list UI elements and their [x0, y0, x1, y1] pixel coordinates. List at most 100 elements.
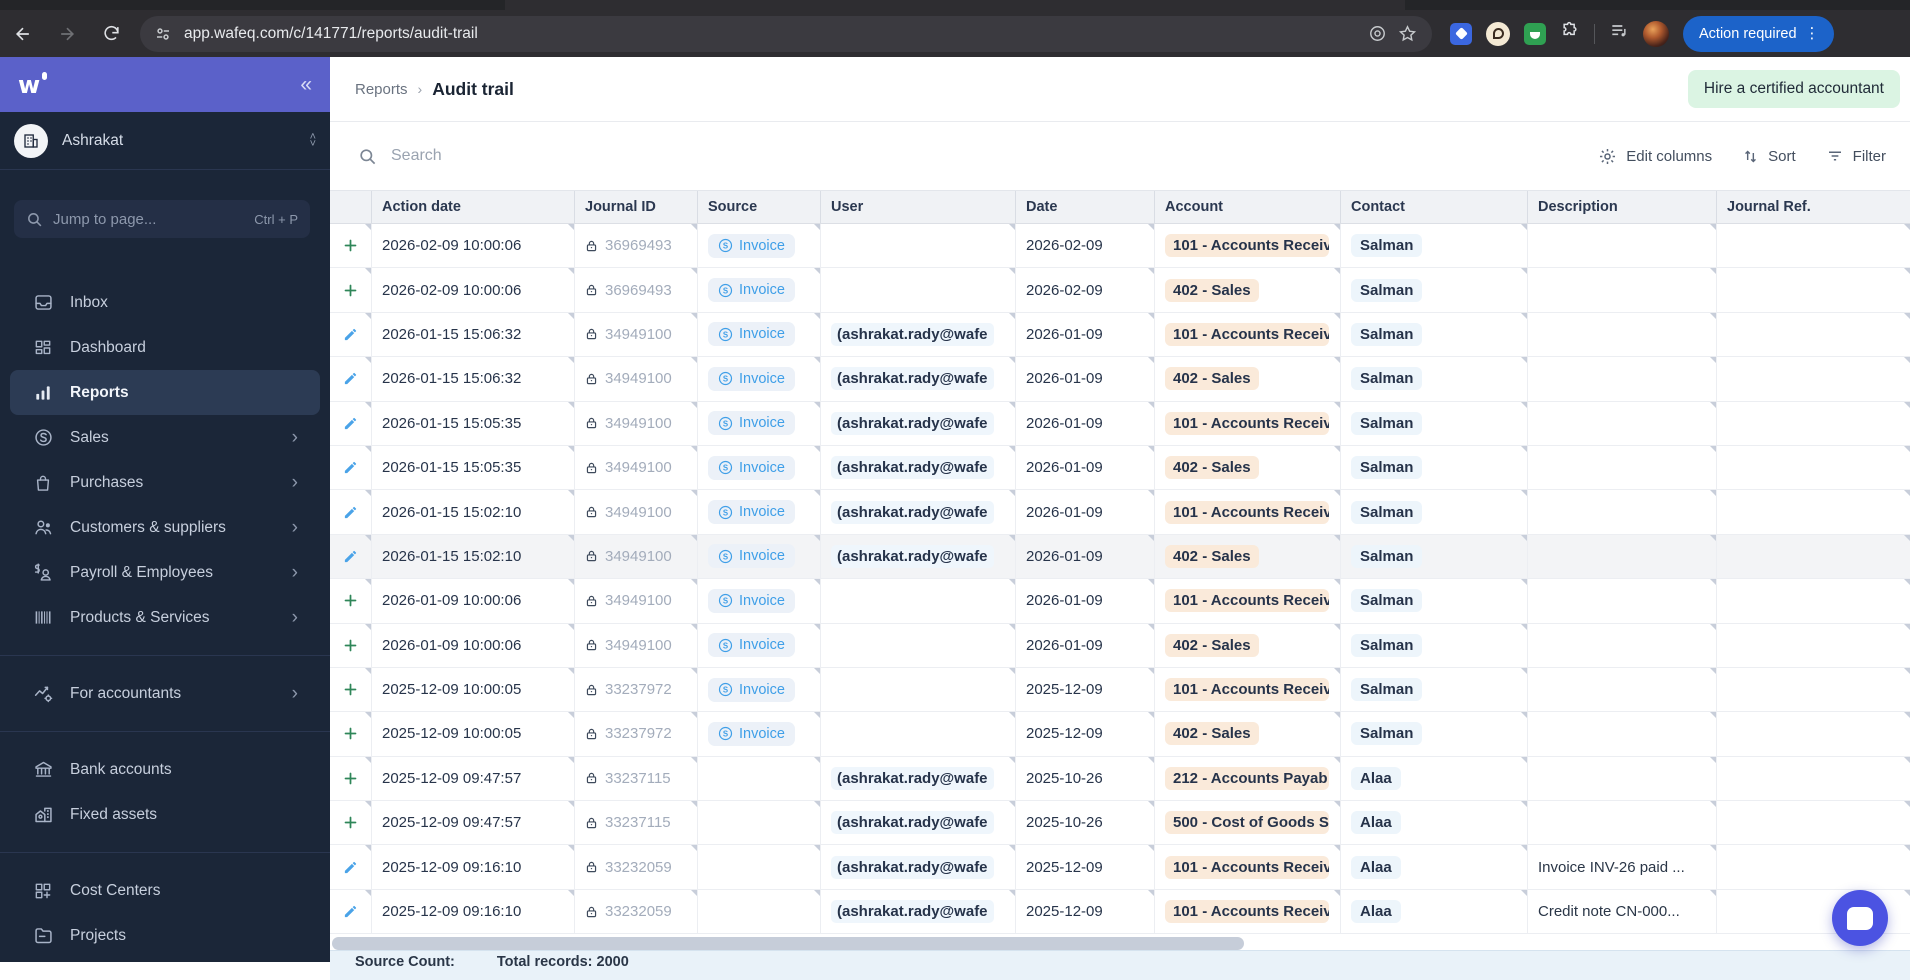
filter-button[interactable]: Filter [1826, 147, 1886, 165]
account-badge[interactable]: 402 - Sales [1165, 278, 1259, 302]
source-badge[interactable]: S Invoice [708, 278, 795, 303]
table-row[interactable]: 2025-12-09 09:47:57 33237115 (ashrakat.r… [330, 756, 1910, 802]
address-bar[interactable]: app.wafeq.com/c/141771/reports/audit-tra… [140, 15, 1432, 52]
contact-badge[interactable]: Salman [1351, 234, 1423, 258]
table-row[interactable]: 2025-12-09 09:16:10 33232059 (ashrakat.r… [330, 845, 1910, 890]
browser-preview-button[interactable] [1362, 19, 1392, 49]
sidebar-item-inbox[interactable]: Inbox [10, 280, 320, 325]
chat-launcher-button[interactable] [1832, 890, 1888, 946]
browser-back-button[interactable] [6, 17, 40, 51]
source-badge[interactable]: S Invoice [708, 455, 795, 480]
contact-badge[interactable]: Alaa [1351, 766, 1401, 790]
table-row[interactable]: 2026-01-15 15:02:10 34949100 S Invoice (a… [330, 490, 1910, 535]
contact-badge[interactable]: Salman [1351, 722, 1423, 746]
contact-badge[interactable]: Alaa [1351, 811, 1401, 835]
contact-badge[interactable]: Salman [1351, 322, 1423, 346]
extension-circle-icon[interactable] [1486, 21, 1510, 46]
contact-badge[interactable]: Salman [1351, 589, 1423, 613]
table-row[interactable]: 2026-02-09 10:00:06 36969493 S Invoice 20… [330, 268, 1910, 313]
extension-green-icon[interactable] [1524, 22, 1546, 45]
table-row[interactable]: 2025-12-09 10:00:05 33237972 S Invoice 20… [330, 712, 1910, 757]
contact-badge[interactable]: Alaa [1351, 855, 1401, 879]
sort-button[interactable]: Sort [1742, 148, 1796, 165]
jump-to-page-input[interactable]: Jump to page... Ctrl + P [14, 200, 310, 238]
action-required-button[interactable]: Action required ⋮ [1683, 15, 1834, 52]
column-header-action-icon[interactable] [330, 191, 372, 223]
reading-list-icon[interactable] [1609, 21, 1629, 46]
extensions-puzzle-icon[interactable] [1560, 21, 1580, 46]
column-header-source[interactable]: Source [698, 191, 821, 223]
contact-badge[interactable]: Salman [1351, 456, 1423, 480]
column-header-action-date[interactable]: Action date [372, 191, 575, 223]
source-badge[interactable]: S Invoice [708, 233, 795, 258]
account-badge[interactable]: 212 - Accounts Payab [1165, 766, 1329, 790]
source-badge[interactable]: S Invoice [708, 721, 795, 746]
table-row[interactable]: 2025-12-09 10:00:05 33237972 S Invoice 20… [330, 667, 1910, 713]
table-row[interactable]: 2026-01-15 15:02:10 34949100 S Invoice (a… [330, 534, 1910, 580]
column-header-description[interactable]: Description [1528, 191, 1717, 223]
org-switcher[interactable]: Ashrakat ˄ ˅ [0, 112, 330, 170]
table-row[interactable]: 2026-02-09 10:00:06 36969493 S Invoice 20… [330, 224, 1910, 269]
column-header-date[interactable]: Date [1016, 191, 1155, 223]
org-stepper-icon[interactable]: ˄ ˅ [310, 131, 316, 149]
contact-badge[interactable]: Alaa [1351, 900, 1401, 924]
sidebar-item-reports[interactable]: Reports [10, 370, 320, 415]
account-badge[interactable]: 101 - Accounts Receiv [1165, 500, 1329, 524]
sidebar-item-for-accountants[interactable]: For accountants › [10, 671, 320, 716]
table-row[interactable]: 2026-01-09 10:00:06 34949100 S Invoice 20… [330, 579, 1910, 624]
hire-accountant-button[interactable]: Hire a certified accountant [1687, 70, 1900, 108]
contact-badge[interactable]: Salman [1351, 500, 1423, 524]
sidebar-item-fixed-assets[interactable]: Fixed assets [10, 792, 320, 837]
column-header-user[interactable]: User [821, 191, 1016, 223]
table-row[interactable]: 2025-12-09 09:47:57 33237115 (ashrakat.r… [330, 801, 1910, 846]
sidebar-item-purchases[interactable]: Purchases › [10, 460, 320, 505]
sidebar-item-projects[interactable]: Projects [10, 913, 320, 958]
column-header-journal-id[interactable]: Journal ID [575, 191, 698, 223]
source-badge[interactable]: S Invoice [708, 411, 795, 436]
site-settings-icon[interactable] [154, 25, 172, 43]
contact-badge[interactable]: Salman [1351, 367, 1423, 391]
column-header-account[interactable]: Account [1155, 191, 1341, 223]
bookmark-button[interactable] [1392, 19, 1422, 49]
sidebar-item-products-services[interactable]: Products & Services › [10, 595, 320, 640]
table-row[interactable]: 2026-01-15 15:05:35 34949100 S Invoice (a… [330, 445, 1910, 491]
contact-badge[interactable]: Salman [1351, 544, 1423, 568]
column-header-contact[interactable]: Contact [1341, 191, 1528, 223]
table-row[interactable]: 2026-01-15 15:06:32 34949100 S Invoice (a… [330, 312, 1910, 358]
sidebar-collapse-button[interactable]: « [300, 74, 312, 95]
browser-profile-avatar[interactable] [1643, 20, 1669, 47]
source-badge[interactable]: S Invoice [708, 633, 795, 658]
browser-reload-button[interactable] [94, 17, 128, 51]
extension-blue-icon[interactable] [1450, 22, 1472, 45]
account-badge[interactable]: 101 - Accounts Receiv [1165, 322, 1329, 346]
source-badge[interactable]: S Invoice [708, 544, 795, 569]
account-badge[interactable]: 101 - Accounts Receiv [1165, 411, 1329, 435]
source-badge[interactable]: S Invoice [708, 366, 795, 391]
contact-badge[interactable]: Salman [1351, 278, 1423, 302]
table-row[interactable]: 2026-01-15 15:06:32 34949100 S Invoice (a… [330, 357, 1910, 402]
account-badge[interactable]: 500 - Cost of Goods S [1165, 811, 1329, 835]
account-badge[interactable]: 101 - Accounts Receiv [1165, 678, 1329, 702]
url-text[interactable]: app.wafeq.com/c/141771/reports/audit-tra… [184, 25, 1362, 43]
contact-badge[interactable]: Salman [1351, 411, 1423, 435]
table-row[interactable]: 2025-12-09 09:16:10 33232059 (ashrakat.r… [330, 889, 1910, 935]
horizontal-scrollbar-thumb[interactable] [332, 937, 1244, 950]
source-badge[interactable]: S Invoice [708, 322, 795, 347]
source-badge[interactable]: S Invoice [708, 500, 795, 525]
contact-badge[interactable]: Salman [1351, 633, 1423, 657]
sidebar-item-cost-centers[interactable]: Cost Centers [10, 868, 320, 913]
edit-columns-button[interactable]: Edit columns [1598, 147, 1712, 166]
account-badge[interactable]: 402 - Sales [1165, 722, 1259, 746]
sidebar-item-customers-suppliers[interactable]: Customers & suppliers › [10, 505, 320, 550]
table-row[interactable]: 2026-01-09 10:00:06 34949100 S Invoice 20… [330, 623, 1910, 668]
table-row[interactable]: 2026-01-15 15:05:35 34949100 S Invoice (a… [330, 401, 1910, 446]
account-badge[interactable]: 402 - Sales [1165, 633, 1259, 657]
column-header-journal-ref[interactable]: Journal Ref. [1717, 191, 1910, 223]
account-badge[interactable]: 101 - Accounts Receiv [1165, 589, 1329, 613]
account-badge[interactable]: 101 - Accounts Receiv [1165, 900, 1329, 924]
account-badge[interactable]: 101 - Accounts Receiv [1165, 234, 1329, 258]
account-badge[interactable]: 402 - Sales [1165, 456, 1259, 480]
search-input[interactable]: Search [358, 147, 442, 166]
account-badge[interactable]: 402 - Sales [1165, 544, 1259, 568]
browser-active-tab[interactable] [505, 0, 1405, 10]
